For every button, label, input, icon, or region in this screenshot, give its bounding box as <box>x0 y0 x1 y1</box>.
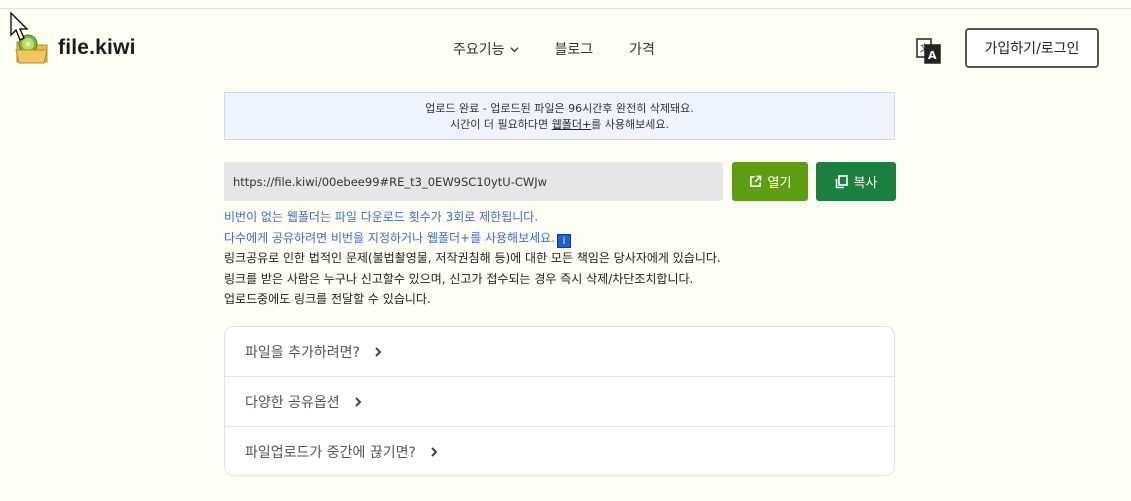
faq-item-label: 다양한 공유옵션 <box>245 394 340 411</box>
share-link-field[interactable]: https://file.kiwi/00ebee99#RE_t3_0EW9SC1… <box>224 162 723 201</box>
svg-text:A: A <box>928 49 937 62</box>
top-divider <box>0 8 1131 9</box>
copy-icon <box>835 174 848 188</box>
mouse-cursor-icon <box>10 12 29 41</box>
webfolder-plus-link[interactable]: 웹폴더+ <box>552 118 592 131</box>
open-link-label: 열기 <box>767 176 792 191</box>
faq-item-label: 파일업로드가 중간에 끊기면? <box>245 445 416 461</box>
chevron-right-icon <box>431 447 438 457</box>
faq-item-label: 파일을 추가하려면? <box>245 344 360 361</box>
nav-item-label: 가격 <box>629 42 655 58</box>
share-info: 비번이 없는 웹폴더는 파일 다운로드 횟수가 3회로 제한됩니다. 다수에게 … <box>224 207 721 310</box>
legal-notice: 링크공유로 인한 법적인 문제(불법촬영물, 저작권침해 등)에 대한 모든 책… <box>224 251 721 265</box>
logo-text: file.kiwi <box>58 36 136 59</box>
nav-item-blog[interactable]: 블로그 <box>555 39 594 59</box>
password-tip-text: 다수에게 공유하려면 비번을 지정하거나 웹폴더+를 사용해보세요. <box>224 230 556 245</box>
translate-icon[interactable]: 文 A <box>916 38 942 66</box>
copy-link-label: 복사 <box>853 176 878 191</box>
faq-item-add-files[interactable]: 파일을 추가하려면? <box>225 327 894 377</box>
nav-item-label: 주요기능 <box>453 42 505 58</box>
notice-line-1: 업로드 완료 - 업로드된 파일은 96시간후 완전히 삭제돼요. <box>425 102 694 115</box>
password-tip: 다수에게 공유하려면 비번을 지정하거나 웹폴더+를 사용해보세요. i <box>224 228 721 249</box>
notice-line-2: 시간이 더 필요하다면 웹폴더+를 사용해보세요. <box>225 117 894 133</box>
login-button[interactable]: 가입하기/로그인 <box>965 28 1099 68</box>
faq-accordion: 파일을 추가하려면? 다양한 공유옵션 파일업로드가 중간에 끊기면? <box>224 326 895 476</box>
download-limit-info: 비번이 없는 웹폴더는 파일 다운로드 횟수가 3회로 제한됩니다. <box>224 210 539 224</box>
upload-complete-notice: 업로드 완료 - 업로드된 파일은 96시간후 완전히 삭제돼요. 시간이 더 … <box>224 92 895 140</box>
notice-line-2-suffix: 를 사용해보세요. <box>591 118 669 131</box>
external-link-icon <box>749 175 761 187</box>
share-during-upload-notice: 업로드중에도 링크를 전달할 수 있습니다. <box>224 292 431 306</box>
nav-item-label: 블로그 <box>554 42 594 58</box>
logo[interactable]: file.kiwi <box>14 30 136 66</box>
report-notice: 링크를 받은 사람은 누구나 신고할수 있으며, 신고가 접수되는 경우 즉시 … <box>224 271 694 286</box>
open-link-button[interactable]: 열기 <box>732 162 808 201</box>
notice-line-2-prefix: 시간이 더 필요하다면 <box>450 118 552 131</box>
faq-item-upload-interrupted[interactable]: 파일업로드가 중간에 끊기면? <box>225 427 894 475</box>
nav-item-features[interactable]: 주요기능 <box>453 39 519 59</box>
nav-item-pricing[interactable]: 가격 <box>629 39 655 59</box>
main-nav: 주요기능 블로그 가격 <box>453 39 655 59</box>
chevron-right-icon <box>354 396 362 407</box>
copy-link-button[interactable]: 복사 <box>816 162 896 201</box>
info-icon[interactable]: i <box>557 233 572 248</box>
faq-item-share-options[interactable]: 다양한 공유옵션 <box>225 377 894 427</box>
share-link-url: https://file.kiwi/00ebee99#RE_t3_0EW9SC1… <box>233 174 548 189</box>
chevron-right-icon <box>375 346 382 357</box>
chevron-down-icon <box>509 46 519 52</box>
